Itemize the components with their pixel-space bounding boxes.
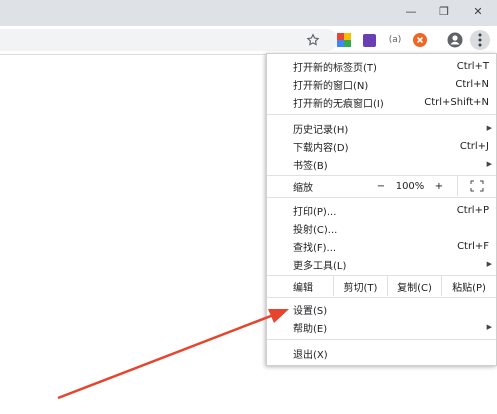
profile-avatar-icon[interactable] [445,30,465,50]
cut-label: 剪切(T) [343,282,378,294]
zoom-in-button[interactable]: + [427,176,451,196]
menu-separator [267,297,496,298]
browser-toolbar: (a) [0,26,497,55]
submenu-arrow-icon: ▶ [486,323,492,331]
menu-item-downloads[interactable]: 下载内容(D) Ctrl+J [267,137,496,155]
menu-item-label: 打开新的无痕窗口(I) [293,98,384,110]
cut-button[interactable]: 剪切(T) [334,276,387,296]
menu-item-label: 下载内容(D) [293,142,349,154]
menu-separator [267,339,496,340]
menu-item-label: 查找(F)... [293,242,337,254]
chrome-menu-button[interactable] [470,30,490,50]
minimize-icon: — [405,4,417,18]
menu-item-label: 打开新的窗口(N) [293,80,369,92]
menu-item-label: 更多工具(L) [293,260,347,272]
menu-separator [267,197,496,198]
menu-item-shortcut: Ctrl+N [455,78,489,90]
fullscreen-button[interactable] [458,176,496,196]
minimize-button[interactable]: — [395,0,427,22]
menu-item-exit[interactable]: 退出(X) [267,344,496,362]
three-dots-vertical-icon [478,33,482,47]
menu-item-more-tools[interactable]: 更多工具(L) ▶ [267,255,496,273]
chrome-main-menu: 打开新的标签页(T) Ctrl+T 打开新的窗口(N) Ctrl+N 打开新的无… [266,53,497,366]
menu-item-new-tab[interactable]: 打开新的标签页(T) Ctrl+T [267,57,496,75]
menu-separator [267,114,496,115]
zoom-level: 100% [393,176,427,196]
restore-icon: ❐ [439,4,449,18]
menu-zoom-row: 缩放 − 100% + [267,176,496,196]
menu-item-shortcut: Ctrl+Shift+N [424,96,489,108]
menu-item-shortcut: Ctrl+T [456,60,489,72]
copy-button[interactable]: 复制(C) [388,276,441,296]
zoom-minus-label: − [376,180,386,192]
restore-button[interactable]: ❐ [428,0,460,22]
submenu-arrow-icon: ▶ [486,260,492,268]
menu-item-cast[interactable]: 投射(C)... [267,219,496,237]
menu-item-label: 投射(C)... [293,224,338,236]
zoom-label: 缩放 [293,182,313,194]
menu-item-history[interactable]: 历史记录(H) ▶ [267,119,496,137]
close-icon: ✕ [473,4,483,18]
address-bar[interactable] [0,29,338,51]
menu-item-shortcut: Ctrl+F [457,240,489,252]
photos-extension-icon[interactable] [334,30,354,50]
submenu-arrow-icon: ▶ [486,124,492,132]
menu-item-label: 打开新的标签页(T) [293,62,377,74]
json-extension-label: (a) [388,35,402,45]
menu-item-label: 打印(P)... [293,206,337,218]
menu-item-label: 书签(B) [293,160,328,172]
menu-item-label: 退出(X) [293,349,328,361]
zoom-level-value: 100% [395,180,425,192]
menu-item-new-window[interactable]: 打开新的窗口(N) Ctrl+N [267,75,496,93]
paste-label: 粘贴(P) [452,282,486,294]
paste-button[interactable]: 粘贴(P) [442,276,496,296]
menu-item-settings[interactable]: 设置(S) [267,300,496,318]
purple-extension-icon[interactable] [359,30,379,50]
json-extension-icon[interactable]: (a) [382,30,408,50]
menu-item-help[interactable]: 帮助(E) ▶ [267,318,496,336]
menu-item-shortcut: Ctrl+P [456,204,489,216]
star-icon[interactable] [303,30,323,50]
menu-item-new-incognito[interactable]: 打开新的无痕窗口(I) Ctrl+Shift+N [267,93,496,111]
close-button[interactable]: ✕ [462,0,494,22]
menu-item-find[interactable]: 查找(F)... Ctrl+F [267,237,496,255]
orange-extension-icon[interactable] [410,30,430,50]
edit-label: 编辑 [267,276,333,296]
edit-label-text: 编辑 [293,282,313,294]
submenu-arrow-icon: ▶ [486,160,492,168]
menu-item-label: 帮助(E) [293,323,328,335]
menu-item-label: 设置(S) [293,305,328,317]
menu-item-label: 历史记录(H) [293,124,349,136]
menu-item-print[interactable]: 打印(P)... Ctrl+P [267,201,496,219]
fullscreen-icon [470,180,484,192]
zoom-plus-label: + [434,180,444,192]
menu-item-bookmarks[interactable]: 书签(B) ▶ [267,155,496,173]
title-bar: — ❐ ✕ [0,0,497,26]
copy-label: 复制(C) [397,282,432,294]
zoom-out-button[interactable]: − [369,176,393,196]
menu-item-shortcut: Ctrl+J [459,140,489,152]
menu-edit-row: 编辑 剪切(T) 复制(C) 粘贴(P) [267,276,496,296]
